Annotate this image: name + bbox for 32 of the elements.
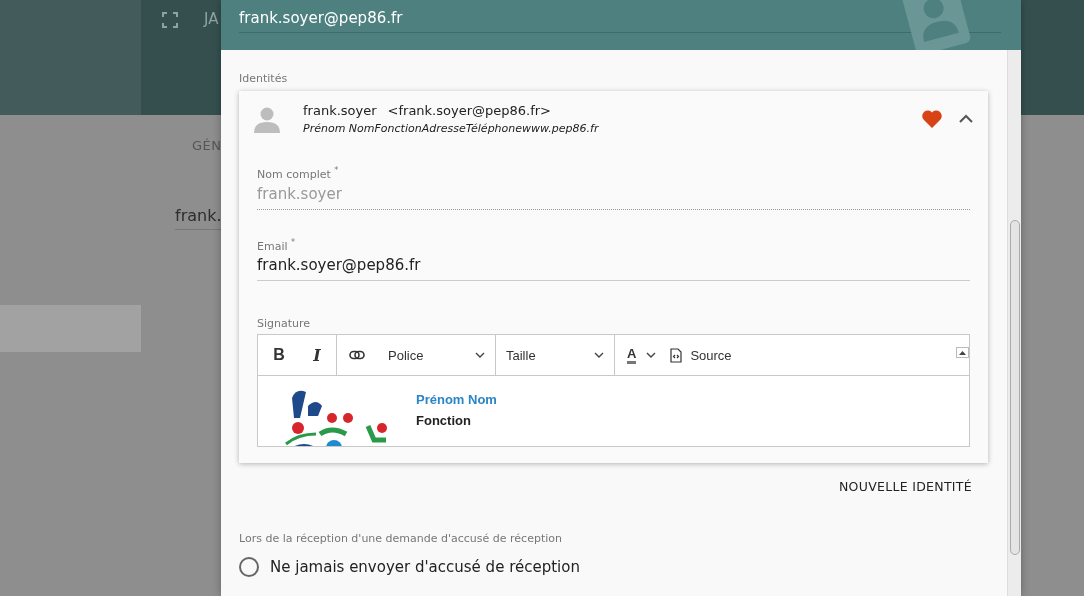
new-identity-button[interactable]: NOUVELLE IDENTITÉ	[838, 479, 972, 495]
section-label: Lors de la réception d'une demande d'accusé de réception	[239, 532, 563, 546]
signature-name: Prénom Nom	[416, 391, 497, 410]
link-icon[interactable]	[349, 350, 365, 361]
italic-button[interactable]: I	[298, 335, 336, 376]
identity-email: <frank.soyer@pep86.fr>	[387, 102, 551, 118]
fullscreen-icon[interactable]	[162, 12, 178, 28]
heart-icon[interactable]	[921, 108, 943, 129]
section-label: Identités	[239, 72, 289, 85]
source-button[interactable]: Source	[656, 335, 744, 376]
header-label: JA	[204, 10, 219, 28]
radio-button[interactable]	[239, 557, 259, 578]
caret-up-icon	[959, 350, 966, 355]
chevron-icon[interactable]	[959, 114, 973, 123]
dropdown[interactable]: Police	[379, 335, 495, 376]
chevron-down-icon	[594, 352, 604, 359]
input-field[interactable]: frank.soyer@pep86.fr	[257, 252, 970, 282]
field-label: Email $^{*}$	[257, 237, 296, 253]
bold-button[interactable]: B	[260, 335, 298, 376]
dropdown[interactable]: Taille	[496, 335, 614, 376]
scrollbar-thumb[interactable]	[1010, 220, 1020, 555]
code-file-icon	[670, 347, 683, 363]
text-color-button[interactable]: A	[615, 335, 657, 376]
field-label: Signature	[257, 317, 312, 331]
identity-name: frank.soyer	[303, 102, 377, 118]
identity-summary: Prénom NomFonctionAdresseTéléphonewww.pep86.fr	[303, 121, 600, 135]
radio-label[interactable]: Ne jamais envoyer d'accusé de réception	[270, 558, 580, 577]
field-label: Nom complet $^{*}$	[257, 166, 340, 181]
chevron-down-icon	[646, 352, 657, 359]
chevron-down-icon	[475, 352, 485, 359]
collapse-toolbar-button[interactable]	[956, 347, 969, 359]
signature-role: Fonction	[416, 412, 472, 431]
